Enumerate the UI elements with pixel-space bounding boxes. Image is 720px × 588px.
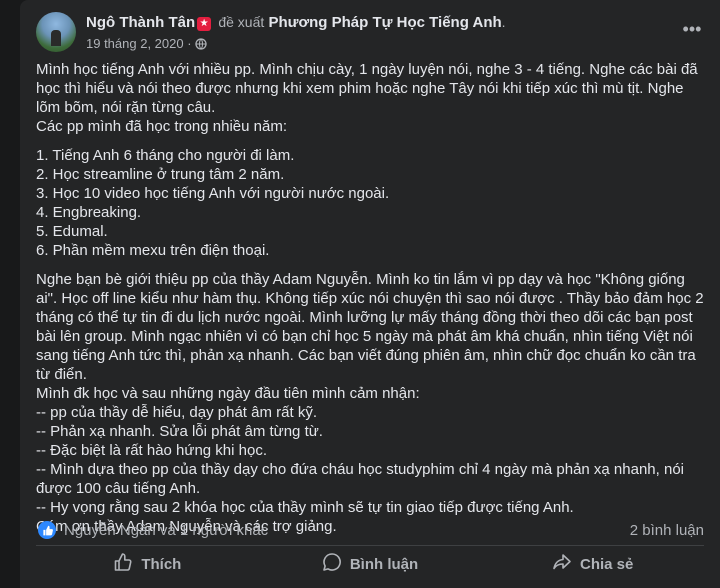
post-body: Mình học tiếng Anh với nhiều pp. Mình ch… bbox=[36, 60, 704, 536]
comment-label: Bình luận bbox=[349, 555, 419, 573]
list-item: 6. Phần mềm mexu trên điện thoại. bbox=[36, 242, 270, 259]
paragraph: Các pp mình đã học trong nhiều năm: bbox=[36, 118, 287, 135]
paragraph: Mình đk học và sau những ngày đầu tiên m… bbox=[36, 385, 420, 402]
paragraph: -- Hy vọng rằng sau 2 khóa học của thầy … bbox=[36, 499, 574, 516]
badge-icon: ★ bbox=[197, 17, 212, 31]
author-avatar[interactable] bbox=[36, 12, 76, 52]
list-item: 2. Học streamline ở trung tâm 2 năm. bbox=[36, 166, 285, 183]
paragraph: Mình học tiếng Anh với nhiều pp. Mình ch… bbox=[36, 61, 698, 116]
thumbs-up-icon bbox=[113, 552, 133, 576]
reactions-bar: Nguyễn Ngân và 1 người khác 2 bình luận bbox=[38, 521, 704, 541]
paragraph: Nghe bạn bè giới thiệu pp của thầy Adam … bbox=[36, 271, 704, 383]
post-date[interactable]: 19 tháng 2, 2020 bbox=[86, 36, 184, 51]
share-label: Chia sẻ bbox=[580, 555, 634, 573]
post-header: Ngô Thành Tân ★ đề xuất Phương Pháp Tự Họ… bbox=[36, 12, 704, 56]
comment-count[interactable]: 2 bình luận bbox=[630, 522, 704, 539]
author-name[interactable]: Ngô Thành Tân bbox=[86, 14, 195, 31]
globe-icon bbox=[195, 38, 207, 53]
list-item: 1. Tiếng Anh 6 tháng cho người đi làm. bbox=[36, 147, 295, 164]
list-item: 3. Học 10 video học tiếng Anh với người … bbox=[36, 185, 390, 202]
post-meta: 19 tháng 2, 2020 · bbox=[86, 36, 207, 53]
list-item: 5. Edumal. bbox=[36, 223, 108, 240]
divider bbox=[36, 545, 704, 546]
group-name[interactable]: Phương Pháp Tự Học Tiếng Anh bbox=[268, 14, 501, 31]
paragraph: -- Mình dựa theo pp của thầy dạy cho đứa… bbox=[36, 461, 684, 497]
comment-button[interactable]: Bình luận bbox=[259, 548, 482, 580]
paragraph: -- Đặc biệt là rất hào hứng khi học. bbox=[36, 442, 267, 459]
share-button[interactable]: Chia sẻ bbox=[481, 548, 704, 580]
share-icon bbox=[552, 552, 572, 576]
comment-icon bbox=[322, 552, 342, 576]
group-suffix: . bbox=[501, 14, 506, 30]
more-options-icon[interactable]: ••• bbox=[680, 20, 704, 44]
post-title-line: Ngô Thành Tân ★ đề xuất Phương Pháp Tự Họ… bbox=[86, 14, 506, 31]
meta-separator: · bbox=[187, 36, 192, 51]
list-item: 4. Engbreaking. bbox=[36, 204, 142, 221]
paragraph: -- Phản xạ nhanh. Sửa lỗi phát âm từng t… bbox=[36, 423, 323, 440]
reactors-text[interactable]: Nguyễn Ngân và 1 người khác bbox=[64, 522, 268, 539]
like-button[interactable]: Thích bbox=[36, 548, 259, 580]
like-label: Thích bbox=[141, 555, 182, 573]
post-card: Ngô Thành Tân ★ đề xuất Phương Pháp Tự Họ… bbox=[20, 0, 720, 588]
action-bar: Thích Bình luận Chia sẻ bbox=[36, 548, 704, 580]
like-reaction-icon[interactable] bbox=[38, 521, 56, 539]
suggest-text: đề xuất bbox=[218, 14, 265, 30]
paragraph: -- pp của thầy dễ hiểu, dạy phát âm rất … bbox=[36, 404, 317, 421]
